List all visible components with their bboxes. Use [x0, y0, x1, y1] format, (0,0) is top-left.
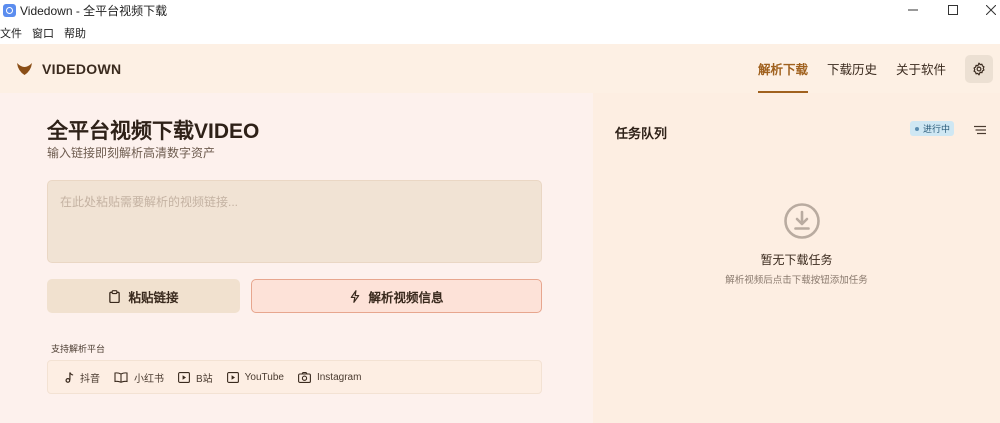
- tab-parse-download[interactable]: 解析下载: [758, 44, 809, 93]
- parse-video-button[interactable]: 解析视频信息: [251, 279, 542, 313]
- close-icon: [986, 5, 996, 15]
- parse-video-label: 解析视频信息: [368, 290, 444, 305]
- platform-youtube: YouTube: [226, 371, 284, 383]
- platform-name: YouTube: [244, 371, 284, 383]
- page-subtitle: 输入链接即刻解析高清数字资产: [47, 146, 216, 160]
- platform-list: 抖音 小红书 B站 YouTube Instagram: [47, 360, 542, 394]
- music-note-icon: [65, 371, 74, 383]
- menu-file[interactable]: 文件: [0, 25, 22, 41]
- maximize-icon: [948, 5, 958, 15]
- status-badge: 进行中: [910, 121, 955, 136]
- platform-douyin: 抖音: [64, 370, 100, 385]
- main-nav: 解析下载 下载历史 关于软件: [758, 44, 965, 93]
- minimize-icon: [908, 9, 918, 11]
- platform-bilibili: B站: [178, 370, 213, 385]
- menu-window[interactable]: 窗口: [32, 25, 54, 41]
- settings-button[interactable]: [965, 55, 993, 83]
- gear-icon: [973, 62, 985, 76]
- logo-icon: [17, 62, 32, 75]
- page-title: 全平台视频下载VIDEO: [47, 120, 260, 143]
- book-icon: [114, 371, 128, 383]
- clipboard-icon: [109, 289, 121, 303]
- paste-link-label: 粘贴链接: [128, 290, 179, 305]
- list-menu-button[interactable]: [974, 122, 986, 140]
- window-titlebar: Videdown - 全平台视频下载: [0, 0, 1000, 20]
- play-box-icon: [226, 371, 239, 383]
- url-input[interactable]: [60, 193, 529, 250]
- tab-about[interactable]: 关于软件: [896, 44, 946, 93]
- list-icon: [974, 125, 986, 135]
- download-circle-icon: [784, 203, 820, 239]
- platform-instagram: Instagram: [298, 372, 361, 383]
- platform-name: 小红书: [134, 373, 164, 385]
- app-icon: [3, 3, 16, 17]
- menu-help[interactable]: 帮助: [64, 25, 86, 41]
- empty-state-description: 解析视频后点击下载按钮添加任务: [725, 275, 868, 286]
- lightning-icon: [351, 289, 360, 303]
- empty-state-title: 暂无下载任务: [760, 253, 833, 267]
- play-box-icon: [178, 371, 190, 383]
- platform-name: 抖音: [80, 373, 100, 385]
- platforms-label: 支持解析平台: [51, 344, 106, 354]
- platform-name: Instagram: [316, 371, 362, 383]
- task-queue-panel: 任务队列 进行中 暂无下载任务 解析视频后点击下载按钮添加任务: [593, 93, 1000, 423]
- app-header: VIDEDOWN 解析下载 下载历史 关于软件: [0, 44, 1000, 93]
- paste-link-button[interactable]: 粘贴链接: [47, 279, 240, 313]
- tab-download-history[interactable]: 下载历史: [827, 44, 877, 93]
- queue-title: 任务队列: [615, 126, 668, 141]
- parse-panel: 全平台视频下载VIDEO 输入链接即刻解析高清数字资产 粘贴链接 解析视频信息 …: [0, 93, 593, 423]
- menu-bar: 文件 窗口 帮助: [0, 23, 1000, 43]
- logo[interactable]: VIDEDOWN: [16, 61, 121, 77]
- camera-icon: [298, 371, 311, 383]
- platform-xiaohongshu: 小红书: [114, 370, 164, 385]
- url-input-container: [47, 180, 542, 263]
- brand-name: VIDEDOWN: [42, 60, 122, 77]
- window-title: Videdown - 全平台视频下载: [20, 3, 168, 18]
- platform-name: B站: [196, 373, 213, 385]
- close-button[interactable]: [968, 0, 1000, 20]
